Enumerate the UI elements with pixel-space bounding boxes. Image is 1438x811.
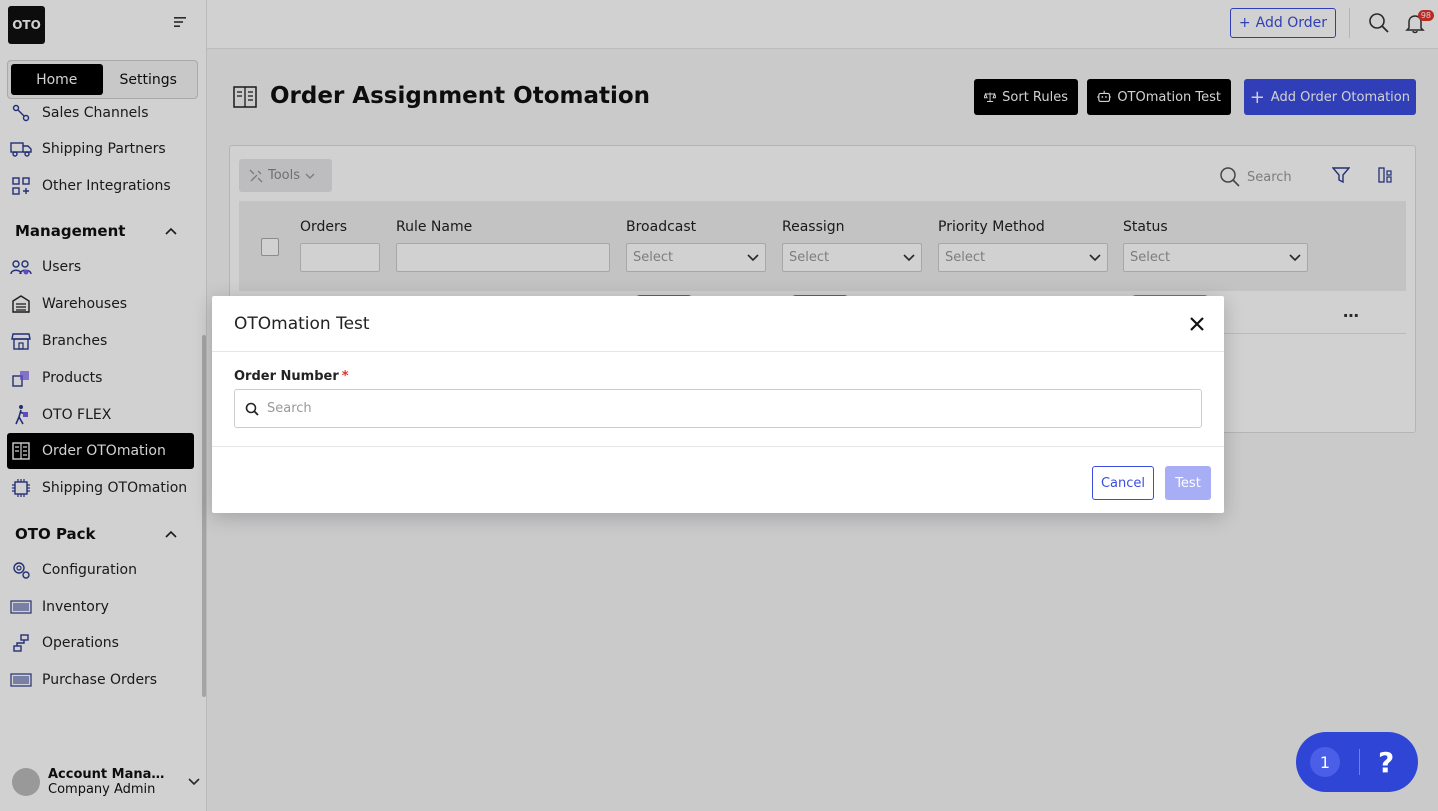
help-count-badge: 1: [1310, 747, 1340, 777]
required-mark: *: [341, 369, 349, 384]
modal-footer: Cancel Test: [1091, 466, 1211, 500]
modal-body: Order Number *: [212, 352, 1224, 447]
divider: [1359, 749, 1360, 775]
close-icon[interactable]: [1190, 316, 1204, 331]
order-number-input[interactable]: [267, 401, 1167, 416]
field-label-text: Order Number: [234, 369, 339, 384]
modal-title: OTOmation Test: [234, 313, 370, 334]
help-widget[interactable]: 1 ?: [1296, 732, 1418, 792]
help-icon: ?: [1378, 745, 1395, 779]
otomation-test-modal: OTOmation Test Order Number* Cancel Test: [212, 296, 1224, 513]
order-number-label: Order Number *: [234, 369, 1202, 384]
cancel-button[interactable]: Cancel: [1091, 466, 1154, 500]
modal-header: OTOmation Test: [212, 296, 1224, 352]
test-button[interactable]: Test: [1165, 466, 1211, 500]
search-icon: [245, 402, 259, 416]
order-number-field[interactable]: [234, 389, 1202, 428]
